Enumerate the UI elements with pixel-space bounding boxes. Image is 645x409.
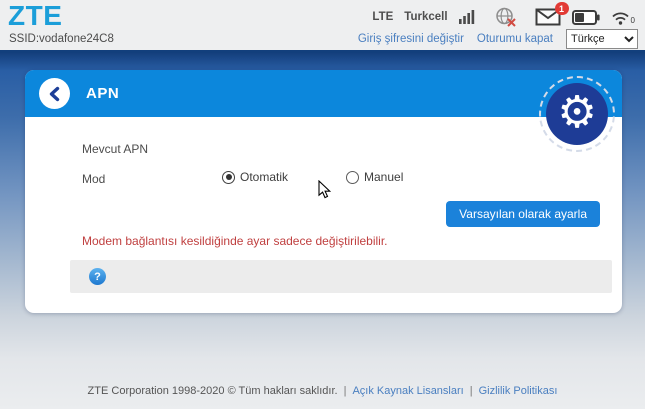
warning-text: Modem bağlantısı kesildiğinde ayar sadec… (82, 234, 388, 248)
gear-icon: ⚙ (557, 87, 597, 138)
mouse-cursor (318, 179, 332, 204)
mode-radio-group: Otomatik Manuel (222, 170, 403, 184)
wifi-client-count: 0 (630, 15, 635, 25)
radio-manuel-label[interactable]: Manuel (364, 170, 403, 184)
footer-separator: | (469, 385, 473, 397)
help-bar: ? (70, 260, 612, 293)
open-source-licenses-link[interactable]: Açık Kaynak Lisansları (352, 385, 463, 397)
set-default-button[interactable]: Varsayılan olarak ayarla (446, 201, 600, 227)
account-links-row: Giriş şifresini değiştir Oturumu kapat T… (358, 29, 638, 49)
page-title: APN (86, 85, 120, 102)
privacy-policy-link[interactable]: Gizlilik Politikası (479, 385, 558, 397)
page-background: APN ⚙ Mevcut APN Mod Otomatik Manuel Var… (0, 53, 645, 409)
radio-unselected-icon[interactable] (346, 170, 360, 184)
back-button[interactable] (39, 78, 70, 109)
message-icon[interactable]: 1 (535, 2, 569, 26)
top-header: ZTE SSID:vodafone24C8 LTE Turkcell 1 0 G… (0, 0, 645, 53)
radio-otomatik[interactable]: Otomatik (222, 170, 288, 184)
network-type-label: LTE (372, 11, 394, 23)
footer-separator: | (343, 385, 347, 397)
battery-icon (571, 9, 600, 25)
signal-bars-icon (458, 10, 475, 24)
radio-selected-icon[interactable] (222, 170, 235, 184)
footer: ZTE Corporation 1998-2020 © Tüm hakları … (0, 385, 645, 397)
ssid-label: SSID:vodafone24C8 (9, 33, 114, 45)
mode-label: Mod (82, 172, 106, 186)
apn-panel: APN ⚙ Mevcut APN Mod Otomatik Manuel Var… (25, 70, 622, 313)
carrier-label: Turkcell (404, 11, 448, 23)
status-bar: LTE Turkcell 1 0 (372, 2, 635, 27)
zte-logo: ZTE (8, 0, 63, 31)
radio-manuel[interactable]: Manuel (346, 170, 403, 184)
globe-offline-icon (495, 7, 517, 27)
chevron-left-icon (49, 86, 59, 101)
message-count-badge: 1 (554, 2, 569, 15)
help-icon[interactable]: ? (89, 268, 106, 285)
settings-gear-button[interactable]: ⚙ (546, 83, 608, 145)
logout-link[interactable]: Oturumu kapat (477, 33, 553, 45)
wifi-icon: 0 (611, 10, 635, 25)
copyright-text: ZTE Corporation 1998-2020 © Tüm hakları … (87, 385, 338, 397)
apn-panel-header: APN (25, 70, 622, 117)
current-apn-label: Mevcut APN (82, 142, 149, 156)
radio-otomatik-label[interactable]: Otomatik (240, 170, 288, 184)
language-select[interactable]: Türkçe (566, 29, 638, 49)
change-password-link[interactable]: Giriş şifresini değiştir (358, 33, 464, 45)
